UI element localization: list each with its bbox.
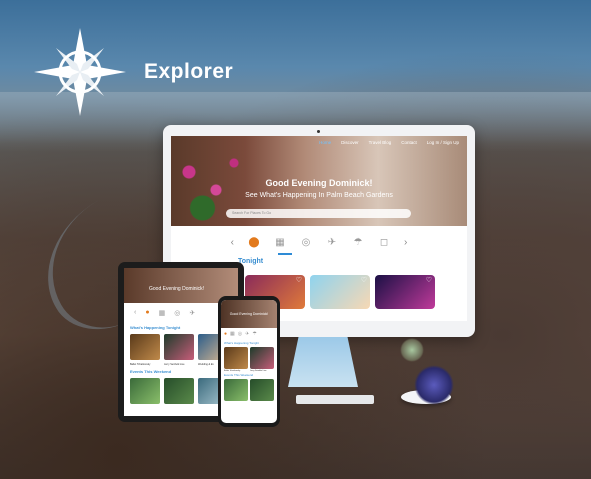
event-card[interactable] [164, 378, 194, 404]
monitor-stand [288, 337, 358, 387]
chevron-left-icon[interactable]: ‹ [134, 309, 136, 317]
event-caption: Ballet Tchaikovsky [130, 363, 151, 366]
active-category-underline [278, 253, 292, 255]
event-caption: Jerry Seinfeld Live [164, 363, 185, 366]
nav-home[interactable]: Home [319, 140, 331, 145]
plane-icon[interactable]: ✈ [245, 331, 249, 337]
heart-icon[interactable]: ♡ [426, 276, 432, 284]
event-card[interactable]: ♡ [375, 275, 435, 309]
location-pin-icon[interactable]: ● [145, 309, 149, 317]
shopping-bag-icon[interactable]: ◻ [378, 236, 390, 248]
nav-discover[interactable]: Discover [341, 140, 359, 145]
compass-icon [34, 28, 126, 116]
calendar-icon[interactable]: ▦ [274, 236, 286, 248]
calendar-icon[interactable]: ▦ [159, 309, 166, 317]
event-card[interactable]: ♡ [310, 275, 370, 309]
heart-icon[interactable]: ♡ [361, 276, 367, 284]
lens-flare [414, 365, 454, 405]
phone-greeting: Good Evening Dominick! [221, 300, 277, 328]
dining-icon[interactable]: ◎ [300, 236, 312, 248]
phone-weekend-grid [221, 378, 277, 402]
event-card[interactable] [164, 334, 194, 360]
event-card[interactable] [224, 347, 248, 369]
location-pin-icon[interactable]: ● [224, 331, 227, 337]
nav-travel-blog[interactable]: Travel Blog [369, 140, 392, 145]
chevron-left-icon[interactable]: ‹ [231, 237, 234, 248]
phone-screen: Good Evening Dominick! ● ▦ ◎ ✈ ☂ What's … [221, 300, 277, 423]
phone-event-grid [221, 346, 277, 370]
location-pin-icon[interactable]: ⬤ [248, 236, 260, 248]
search-input[interactable]: Search For Places To Go [226, 209, 411, 218]
brand-title: Explorer [144, 60, 234, 83]
camera-dot [317, 130, 320, 133]
phone-category-bar: ● ▦ ◎ ✈ ☂ [221, 328, 277, 340]
lens-flare [400, 338, 424, 362]
event-caption: Jerry Seinfeld Live [250, 370, 267, 372]
event-card[interactable] [250, 347, 274, 369]
event-card[interactable] [250, 379, 274, 401]
event-caption: Ballet Tchaikovsky [224, 370, 241, 372]
category-bar: ‹ ⬤ ▦ ◎ ✈ ☂ ◻ › [171, 232, 467, 252]
event-card[interactable] [224, 379, 248, 401]
hero-banner: Home Discover Travel Blog Contact Log In… [171, 136, 467, 226]
greeting-subtitle: See What's Happening In Palm Beach Garde… [245, 192, 393, 199]
calendar-icon[interactable]: ▦ [230, 331, 235, 337]
heart-icon[interactable]: ♡ [296, 276, 302, 284]
top-nav: Home Discover Travel Blog Contact Log In… [319, 140, 459, 145]
greeting-title: Good Evening Dominick! [265, 178, 373, 188]
plane-icon[interactable]: ✈ [189, 309, 195, 317]
phone-device: Good Evening Dominick! ● ▦ ◎ ✈ ☂ What's … [218, 296, 280, 427]
weather-icon[interactable]: ☂ [252, 331, 256, 337]
brand-logo: Explorer [32, 26, 233, 118]
weather-icon[interactable]: ☂ [352, 236, 364, 248]
event-card[interactable] [130, 334, 160, 360]
dining-icon[interactable]: ◎ [174, 309, 180, 317]
dining-icon[interactable]: ◎ [238, 331, 242, 337]
event-card[interactable] [130, 378, 160, 404]
chevron-right-icon[interactable]: › [404, 237, 407, 248]
plane-icon[interactable]: ✈ [326, 236, 338, 248]
keyboard [296, 395, 374, 404]
nav-contact[interactable]: Contact [401, 140, 417, 145]
nav-login[interactable]: Log In / Sign Up [427, 140, 459, 145]
